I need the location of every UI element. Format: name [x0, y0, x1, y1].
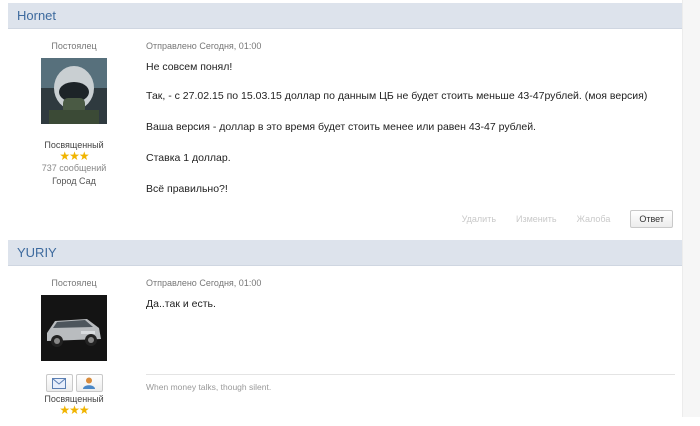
edit-link[interactable]: Изменить: [516, 214, 557, 224]
post-yuriy: YURIY Постоялец Посвященный ★★★ Отправле…: [8, 240, 683, 426]
post-header: Hornet: [8, 3, 683, 29]
avatar[interactable]: [41, 58, 107, 124]
author-sidebar: Постоялец Посвященный ★★★: [8, 278, 140, 417]
user-city: Город Сад: [52, 176, 96, 186]
post-hornet: Hornet Постоялец Посвященный ★★★ 737 соо…: [8, 3, 683, 237]
signature: When money talks, though silent.: [146, 382, 272, 392]
avatar[interactable]: [41, 295, 107, 361]
rank-stars-icon: ★★★: [59, 403, 89, 417]
message-line: Не совсем понял!: [146, 61, 233, 73]
message-icon: [52, 377, 66, 389]
author-name-link[interactable]: Hornet: [17, 8, 56, 23]
profile-button[interactable]: [75, 374, 103, 392]
member-status: Постоялец: [51, 278, 97, 288]
post-content: Отправлено Сегодня, 01:00 Не совсем поня…: [146, 41, 675, 196]
post-body: Постоялец Посвященный ★★★ 737 сообщений: [8, 29, 683, 237]
author-sidebar: Постоялец Посвященный ★★★ 737 сообщений: [8, 41, 140, 186]
reply-button[interactable]: Ответ: [630, 210, 673, 228]
message-line: Ставка 1 доллар.: [146, 152, 231, 164]
post-body: Постоялец Посвященный ★★★ Отправлено Сег…: [8, 266, 683, 426]
message-line: Ваша версия - доллар в это время будет с…: [146, 121, 536, 133]
post-header: YURIY: [8, 240, 683, 266]
message-line: Всё правильно?!: [146, 183, 228, 195]
signature-divider: [146, 374, 675, 375]
suv-avatar: [41, 295, 107, 361]
message-text: Да..так и есть.: [146, 297, 675, 311]
message-count: 737 сообщений: [41, 163, 107, 173]
author-name-link[interactable]: YURIY: [17, 245, 57, 260]
rank-stars-icon: ★★★: [59, 149, 89, 163]
post-meta: Отправлено Сегодня, 01:00: [146, 278, 262, 288]
user-icon: [83, 377, 95, 389]
post-meta: Отправлено Сегодня, 01:00: [146, 41, 262, 51]
pilot-avatar: [41, 58, 107, 124]
delete-link[interactable]: Удалить: [462, 214, 496, 224]
page-scrollbar[interactable]: [682, 0, 700, 417]
message-button[interactable]: [45, 374, 73, 392]
forum-page: Hornet Постоялец Посвященный ★★★ 737 соо…: [0, 0, 683, 426]
message-text: Не совсем понял! Так, - с 27.02.15 по 15…: [146, 60, 675, 196]
message-line: Так, - с 27.02.15 по 15.03.15 доллар по …: [146, 90, 648, 102]
report-link[interactable]: Жалоба: [577, 214, 611, 224]
member-status: Постоялец: [51, 41, 97, 51]
message-line: Да..так и есть.: [146, 298, 216, 310]
post-content: Отправлено Сегодня, 01:00 Да..так и есть…: [146, 278, 675, 311]
post-actions: Удалить Изменить Жалоба Ответ: [462, 210, 673, 228]
contact-buttons: [8, 374, 140, 392]
